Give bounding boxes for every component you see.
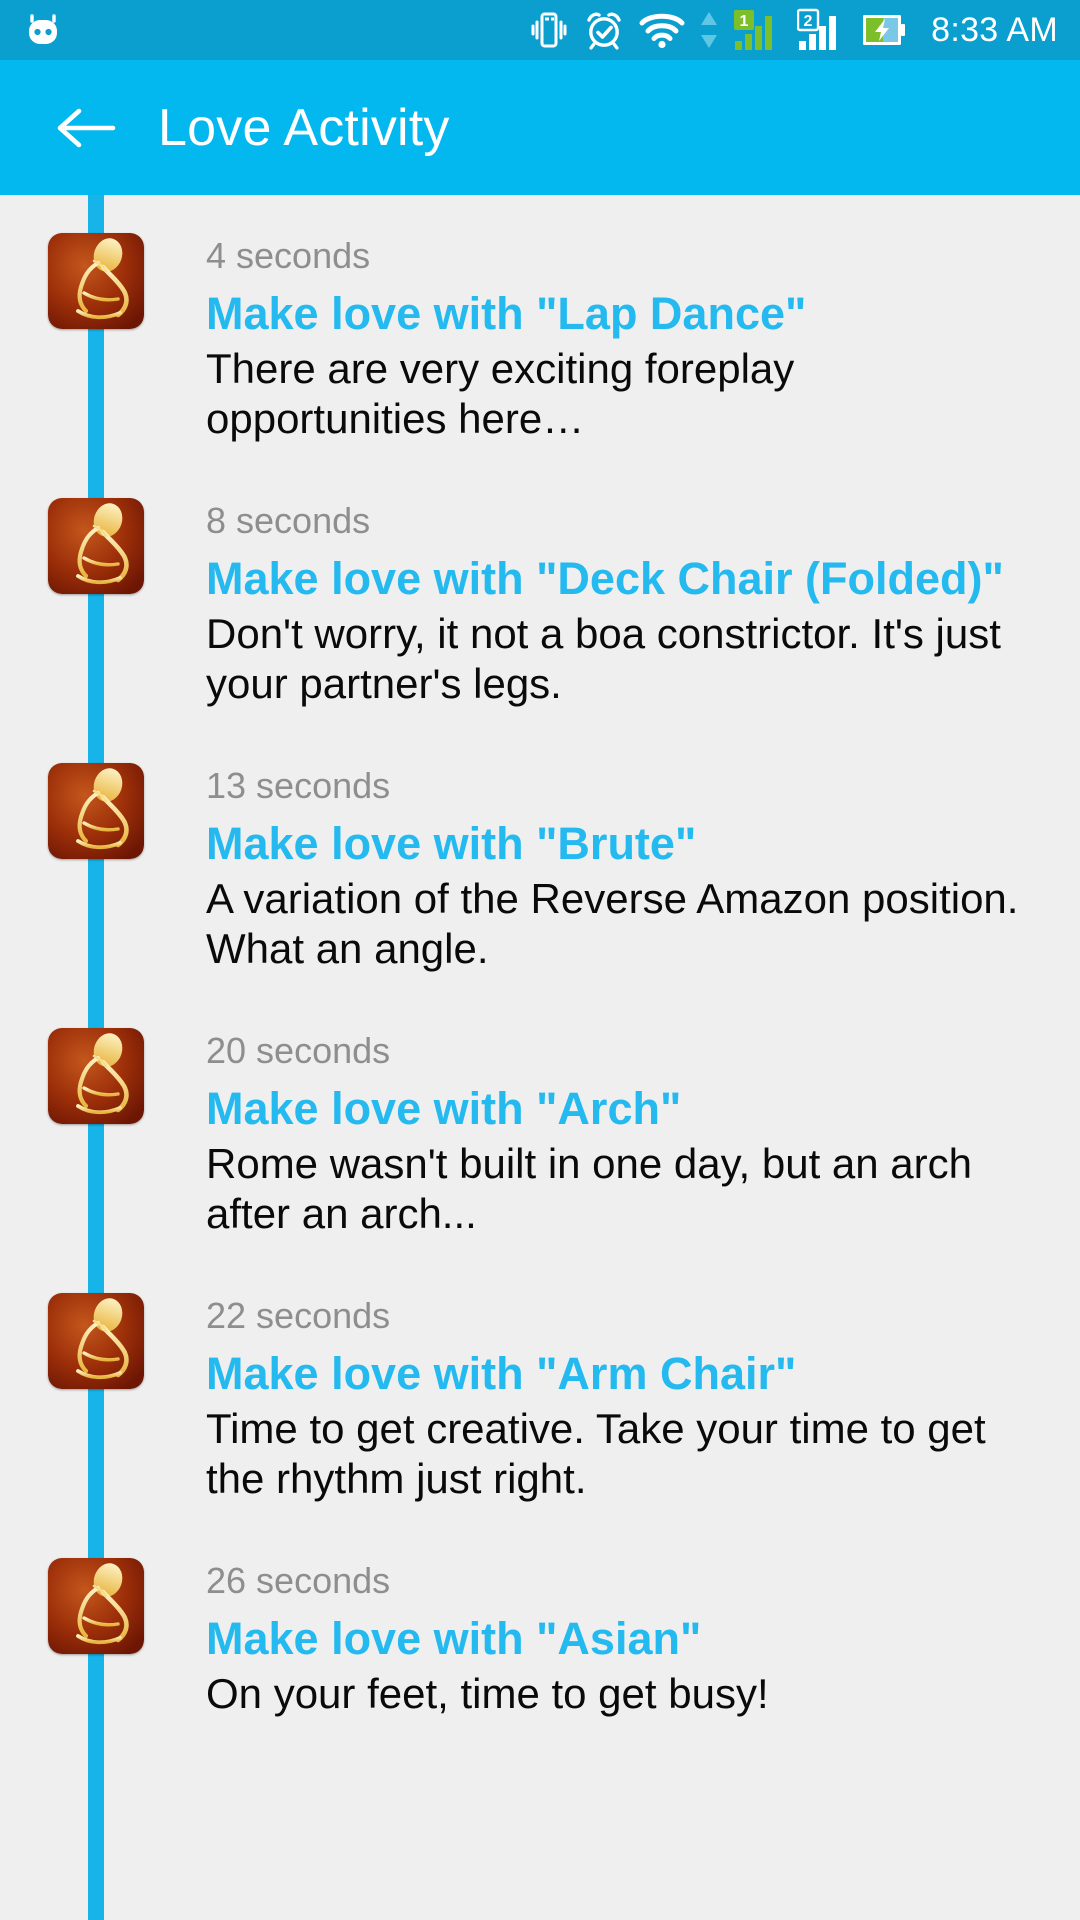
timeline-entry[interactable]: 22 seconds Make love with "Arm Chair" Time… — [0, 1273, 1080, 1538]
svg-text:2: 2 — [804, 13, 813, 30]
timeline-entry-body: 20 seconds Make love with "Arch" Rome wasn… — [206, 1028, 1050, 1239]
battery-charging-icon — [861, 10, 907, 50]
timeline-entry-time: 26 seconds — [206, 1560, 391, 1601]
signal-sim2-icon: 2 — [797, 8, 847, 52]
signal-sim1-icon: 1 — [733, 8, 783, 52]
timeline-entry-time: 8 seconds — [206, 500, 371, 541]
love-position-thumbnail-icon — [48, 763, 144, 859]
timeline-entry[interactable]: 26 seconds Make love with "Asian" On your … — [0, 1538, 1080, 1753]
timeline-entry-title[interactable]: Make love with "Lap Dance" — [206, 287, 1026, 340]
timeline-entry-title[interactable]: Make love with "Arch" — [206, 1082, 1026, 1135]
love-position-thumbnail-icon — [48, 498, 144, 594]
love-position-thumbnail[interactable] — [48, 498, 144, 594]
status-bar[interactable]: 1 2 8:33 AM — [0, 0, 1080, 60]
vibrate-icon — [529, 9, 569, 51]
timeline-scroll-area[interactable]: 4 seconds Make love with "Lap Dance" There… — [0, 195, 1080, 1920]
page-title: Love Activity — [158, 98, 450, 157]
timeline-entry-title[interactable]: Make love with "Arm Chair" — [206, 1347, 1026, 1400]
timeline-entry[interactable]: 13 seconds Make love with "Brute" A variat… — [0, 743, 1080, 1008]
timeline-entry-time: 22 seconds — [206, 1295, 391, 1336]
timeline-entry-body: 13 seconds Make love with "Brute" A variat… — [206, 763, 1050, 974]
love-position-thumbnail-icon — [48, 233, 144, 329]
timeline-entry-body: 26 seconds Make love with "Asian" On your … — [206, 1558, 1050, 1719]
timeline-entry-body: 22 seconds Make love with "Arm Chair" Time… — [206, 1293, 1050, 1504]
timeline-entry-description: Don't worry, it not a boa constrictor. I… — [206, 610, 1001, 707]
timeline-entry-description: On your feet, time to get busy! — [206, 1670, 769, 1717]
timeline-entry-description: Rome wasn't built in one day, but an arc… — [206, 1140, 973, 1237]
timeline-entry-time: 20 seconds — [206, 1030, 391, 1071]
status-bar-clock: 8:33 AM — [931, 10, 1058, 49]
timeline-entry-description: A variation of the Reverse Amazon positi… — [206, 875, 1019, 972]
status-bar-left — [26, 12, 60, 48]
love-position-thumbnail-icon — [48, 1293, 144, 1389]
data-transfer-arrows-icon — [699, 9, 719, 51]
love-position-thumbnail[interactable] — [48, 763, 144, 859]
love-position-thumbnail-icon — [48, 1028, 144, 1124]
status-bar-right[interactable]: 1 2 8:33 AM — [529, 8, 1058, 52]
svg-text:1: 1 — [740, 13, 749, 30]
timeline-entry[interactable]: 4 seconds Make love with "Lap Dance" There… — [0, 213, 1080, 478]
timeline-entry[interactable]: 8 seconds Make love with "Deck Chair (Fol… — [0, 478, 1080, 743]
cyanogenmod-logo-icon — [26, 12, 60, 48]
timeline-entry-body: 4 seconds Make love with "Lap Dance" There… — [206, 233, 1050, 444]
love-position-thumbnail[interactable] — [48, 233, 144, 329]
timeline-entry-body: 8 seconds Make love with "Deck Chair (Fol… — [206, 498, 1050, 709]
timeline-entry-title[interactable]: Make love with "Deck Chair (Folded)" — [206, 552, 1026, 605]
timeline-list: 4 seconds Make love with "Lap Dance" There… — [0, 195, 1080, 1753]
back-arrow-icon — [57, 108, 116, 147]
timeline-entry-description: Time to get creative. Take your time to … — [206, 1405, 986, 1502]
wifi-icon — [639, 11, 685, 49]
love-position-thumbnail-icon — [48, 1558, 144, 1654]
love-position-thumbnail[interactable] — [48, 1558, 144, 1654]
app-bar: Love Activity — [0, 60, 1080, 195]
love-position-thumbnail[interactable] — [48, 1293, 144, 1389]
timeline-entry-time: 4 seconds — [206, 235, 371, 276]
timeline-entry-time: 13 seconds — [206, 765, 391, 806]
alarm-clock-icon — [583, 9, 625, 51]
timeline-entry-title[interactable]: Make love with "Brute" — [206, 817, 1026, 870]
timeline-entry-description: There are very exciting foreplay opportu… — [206, 345, 795, 442]
love-position-thumbnail[interactable] — [48, 1028, 144, 1124]
back-button[interactable] — [50, 92, 122, 164]
timeline-entry[interactable]: 20 seconds Make love with "Arch" Rome wasn… — [0, 1008, 1080, 1273]
timeline-entry-title[interactable]: Make love with "Asian" — [206, 1612, 1026, 1665]
